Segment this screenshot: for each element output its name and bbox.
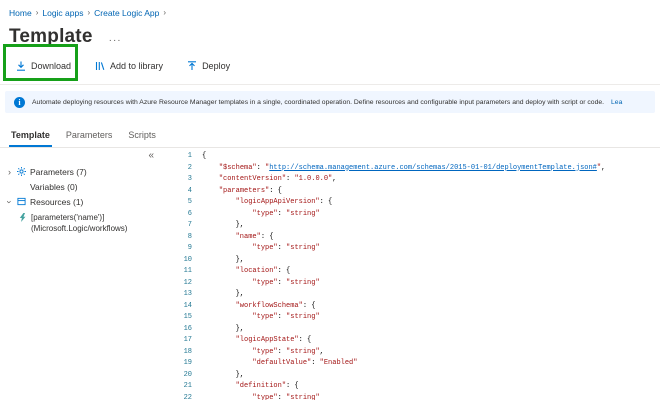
page-title: Template	[9, 26, 93, 48]
code-line[interactable]: },	[202, 324, 605, 336]
deploy-button[interactable]: Deploy	[187, 61, 230, 71]
tab-parameters[interactable]: Parameters	[58, 126, 121, 147]
collapse-panel-icon[interactable]: «	[148, 150, 154, 161]
line-number: 1	[162, 151, 192, 163]
resource-name: [parameters('name')]	[31, 213, 127, 224]
code-line[interactable]: "defaultValue": "Enabled"	[202, 358, 605, 370]
breadcrumb-separator-icon: ›	[163, 8, 166, 17]
add-to-library-icon	[95, 61, 105, 71]
resources-icon	[17, 197, 26, 206]
breadcrumb: Home › Logic apps › Create Logic App ›	[0, 0, 660, 18]
template-tree-panel: « › Parameters (7) Variables (0) › Resou…	[0, 148, 162, 400]
code-line[interactable]: "logicAppState": {	[202, 335, 605, 347]
line-number: 3	[162, 174, 192, 186]
code-line[interactable]: "type": "string",	[202, 347, 605, 359]
code-line[interactable]: "location": {	[202, 266, 605, 278]
info-banner: i Automate deploying resources with Azur…	[5, 91, 655, 113]
template-content: « › Parameters (7) Variables (0) › Resou…	[0, 148, 660, 400]
breadcrumb-separator-icon: ›	[36, 8, 39, 17]
line-number: 10	[162, 255, 192, 267]
line-number: 14	[162, 301, 192, 313]
command-bar: Download Add to library Deploy	[0, 48, 660, 84]
code-line[interactable]: "contentVersion": "1.0.0.0",	[202, 174, 605, 186]
download-button[interactable]: Download	[16, 61, 71, 71]
download-icon	[16, 61, 26, 71]
line-number: 21	[162, 381, 192, 393]
tab-scripts[interactable]: Scripts	[120, 126, 164, 147]
learn-more-link[interactable]: Lea	[611, 99, 622, 106]
logic-app-icon	[18, 213, 27, 222]
code-line[interactable]: "parameters": {	[202, 186, 605, 198]
code-line[interactable]: "type": "string"	[202, 312, 605, 324]
line-number: 11	[162, 266, 192, 278]
line-number: 6	[162, 209, 192, 221]
line-number: 18	[162, 347, 192, 359]
line-number: 16	[162, 324, 192, 336]
line-number: 17	[162, 335, 192, 347]
tab-template[interactable]: Template	[3, 126, 58, 147]
code-line[interactable]: "name": {	[202, 232, 605, 244]
breadcrumb-home[interactable]: Home	[9, 8, 32, 18]
code-line[interactable]: },	[202, 255, 605, 267]
add-to-library-button[interactable]: Add to library	[95, 61, 163, 71]
code-line[interactable]: "definition": {	[202, 381, 605, 393]
line-number: 15	[162, 312, 192, 324]
code-line[interactable]: },	[202, 289, 605, 301]
parameters-icon	[17, 167, 26, 176]
line-number: 2	[162, 163, 192, 175]
resource-type: (Microsoft.Logic/workflows)	[31, 224, 127, 235]
code-area[interactable]: { "$schema": "http://schema.management.a…	[202, 151, 605, 400]
tree-item-resources[interactable]: › Resources (1)	[0, 194, 162, 209]
breadcrumb-logic-apps[interactable]: Logic apps	[42, 8, 83, 18]
line-number: 22	[162, 393, 192, 400]
line-number: 13	[162, 289, 192, 301]
chevron-down-icon: ›	[5, 198, 15, 205]
page-header: Template ···	[0, 18, 660, 48]
tree-item-label: Variables (0)	[30, 182, 78, 192]
code-line[interactable]: "workflowSchema": {	[202, 301, 605, 313]
code-line[interactable]: },	[202, 220, 605, 232]
code-line[interactable]: "$schema": "http://schema.management.azu…	[202, 163, 605, 175]
line-number: 9	[162, 243, 192, 255]
deploy-label: Deploy	[202, 61, 230, 71]
tree-item-variables[interactable]: Variables (0)	[0, 179, 162, 194]
code-line[interactable]: "type": "string"	[202, 209, 605, 221]
code-line[interactable]: "type": "string"	[202, 278, 605, 290]
chevron-right-icon: ›	[6, 167, 13, 177]
code-line[interactable]: "type": "string"	[202, 393, 605, 400]
tree-item-label: Resources (1)	[30, 197, 83, 207]
line-number: 12	[162, 278, 192, 290]
deploy-icon	[187, 61, 197, 71]
code-line[interactable]: },	[202, 370, 605, 382]
info-banner-message: Automate deploying resources with Azure …	[32, 99, 604, 106]
tree-item-parameters[interactable]: › Parameters (7)	[0, 164, 162, 179]
info-icon: i	[14, 97, 25, 108]
code-line[interactable]: {	[202, 151, 605, 163]
line-number: 19	[162, 358, 192, 370]
breadcrumb-separator-icon: ›	[87, 8, 90, 17]
code-line[interactable]: "type": "string"	[202, 243, 605, 255]
tree-item-label: Parameters (7)	[30, 167, 87, 177]
line-number: 5	[162, 197, 192, 209]
download-label: Download	[31, 61, 71, 71]
line-number: 7	[162, 220, 192, 232]
json-code-editor[interactable]: 12345678910111213141516171819202122 { "$…	[162, 148, 660, 400]
line-number-gutter: 12345678910111213141516171819202122	[162, 151, 192, 400]
toolbar-divider	[0, 84, 660, 85]
code-line[interactable]: "logicAppApiVersion": {	[202, 197, 605, 209]
tab-bar: Template Parameters Scripts	[0, 119, 660, 148]
tree-item-workflow-resource[interactable]: [parameters('name')] (Microsoft.Logic/wo…	[18, 209, 162, 235]
line-number: 20	[162, 370, 192, 382]
line-number: 8	[162, 232, 192, 244]
line-number: 4	[162, 186, 192, 198]
breadcrumb-create-logic-app[interactable]: Create Logic App	[94, 8, 159, 18]
more-options-icon[interactable]: ···	[109, 35, 122, 46]
add-to-library-label: Add to library	[110, 61, 163, 71]
